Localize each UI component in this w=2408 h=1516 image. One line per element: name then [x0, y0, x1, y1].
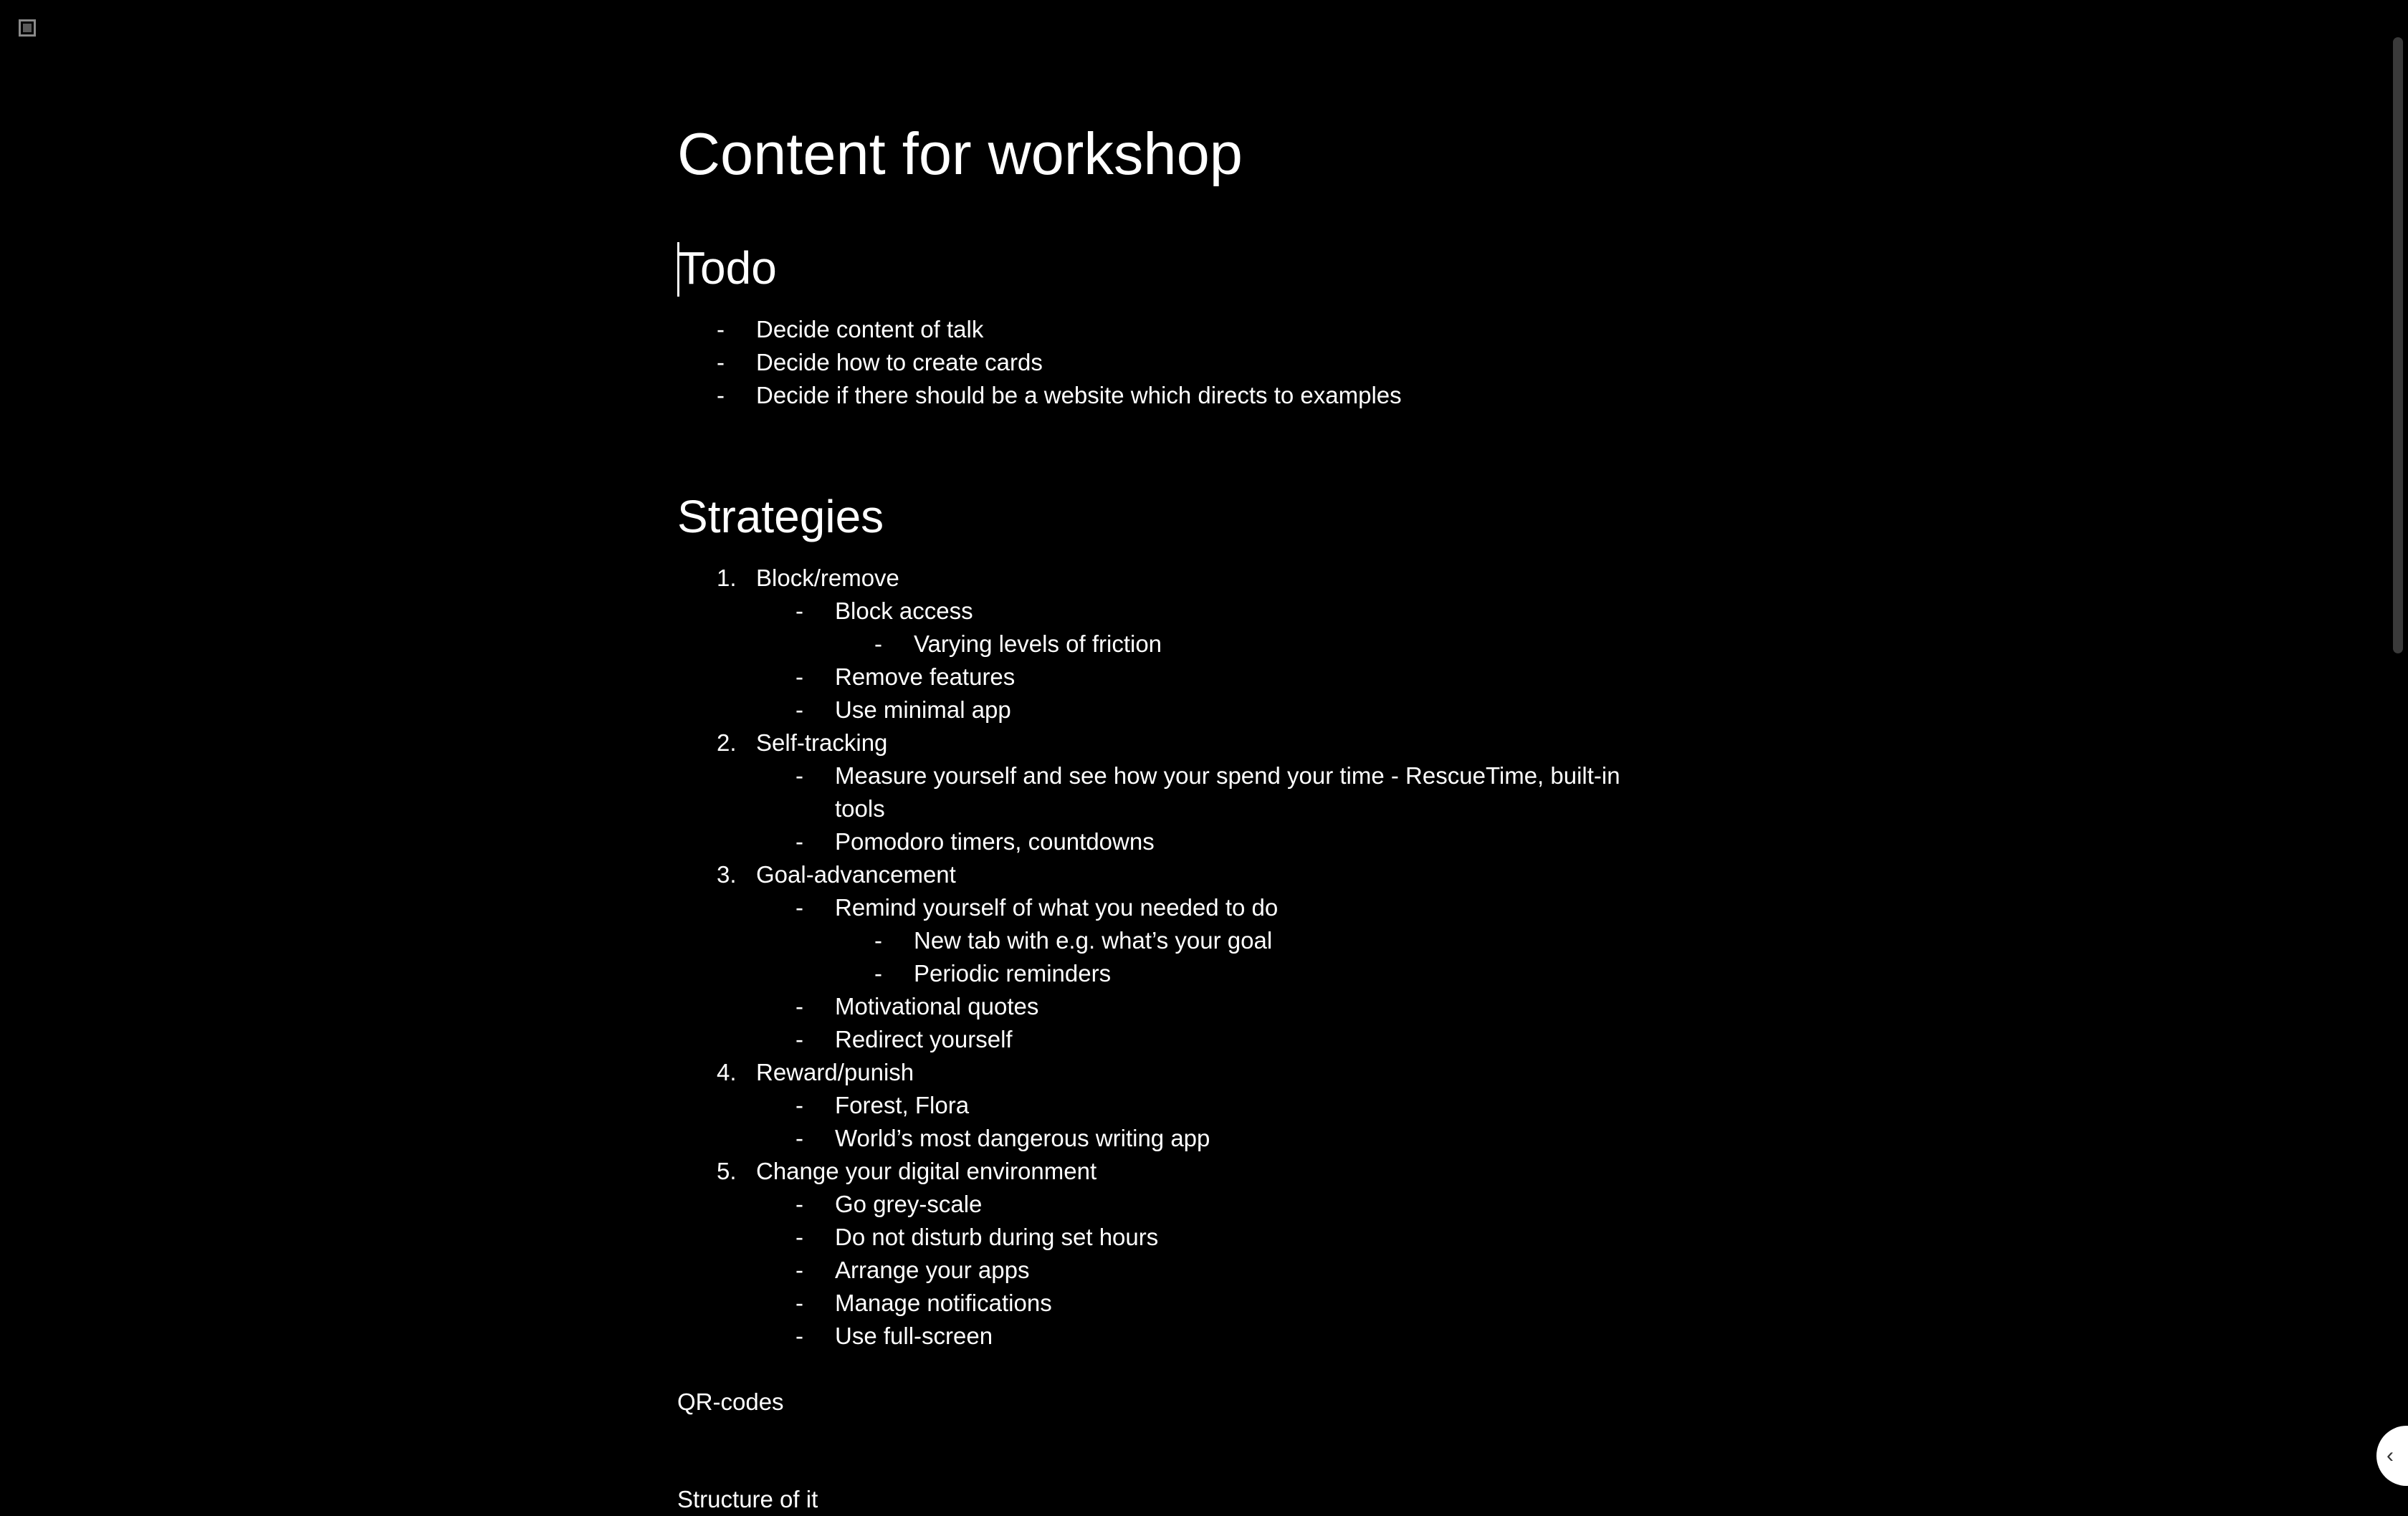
scrollbar[interactable]: [2386, 0, 2408, 1505]
heading-todo: Todo: [677, 242, 777, 294]
paragraph-qr-codes: QR-codes: [677, 1388, 784, 1415]
collapse-panel-button[interactable]: ‹: [2376, 1426, 2408, 1486]
app-window-icon[interactable]: [19, 19, 36, 37]
paragraph-structure: Structure of it: [677, 1486, 818, 1512]
heading-strategies: Strategies: [677, 491, 884, 542]
chevron-left-icon: ‹: [2386, 1444, 2394, 1467]
page-title: Content for workshop: [677, 120, 1243, 187]
scrollbar-thumb[interactable]: [2393, 37, 2403, 653]
document[interactable]: Content for workshop Todo - Decide conte…: [677, 0, 1695, 1512]
